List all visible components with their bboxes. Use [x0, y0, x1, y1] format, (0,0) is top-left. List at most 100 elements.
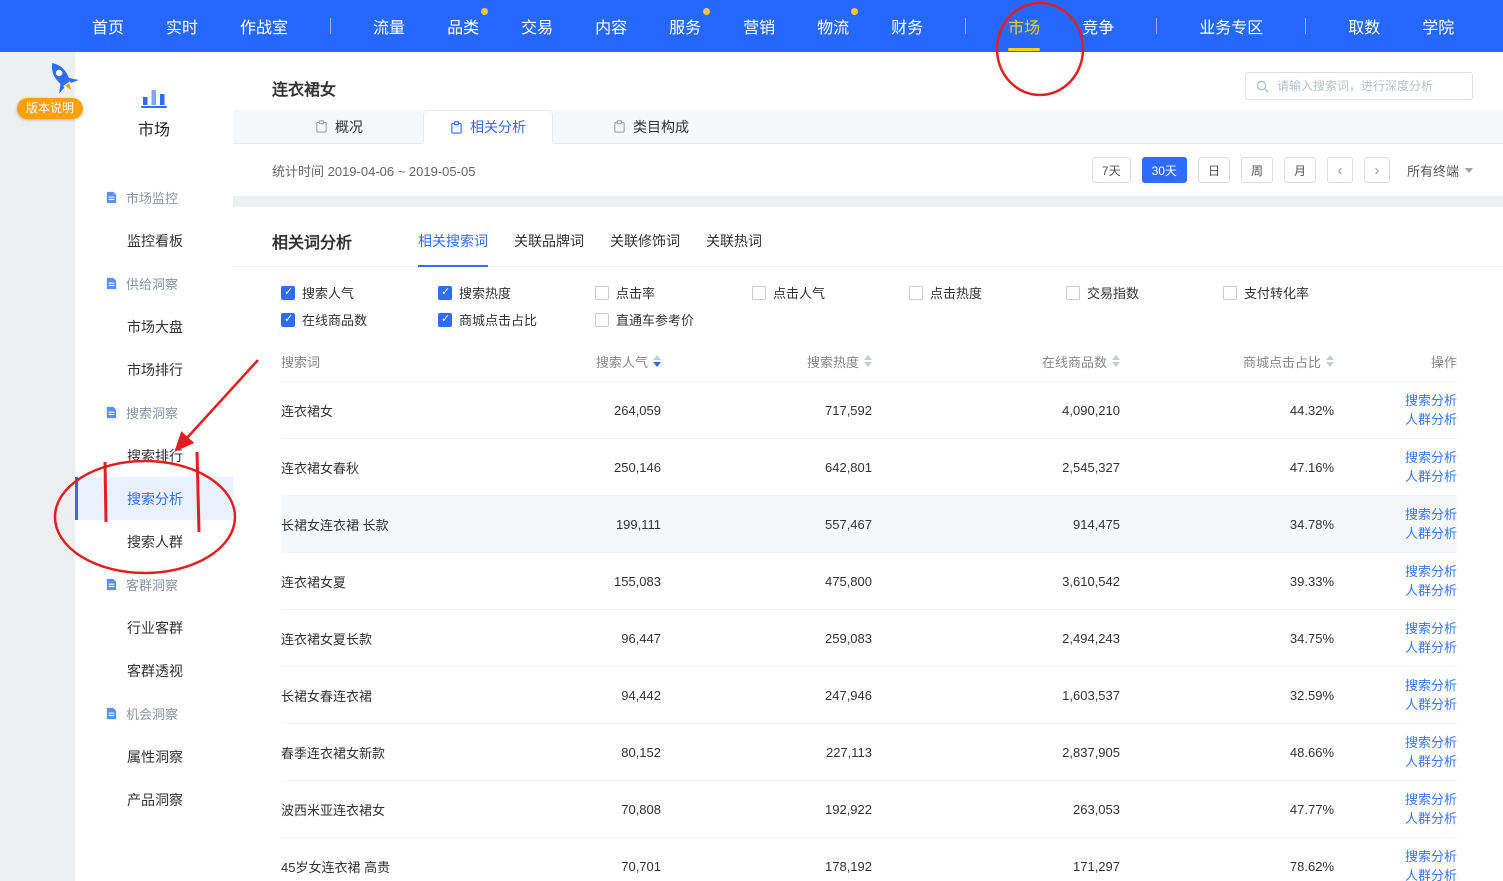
checkbox-search-popularity[interactable]: 搜索人气	[281, 283, 438, 302]
search-analysis-link[interactable]: 搜索分析	[1405, 620, 1457, 637]
sidebar-item-market-overview[interactable]: 市场大盘	[75, 305, 233, 348]
nav-item-trade[interactable]: 交易	[521, 14, 553, 38]
period-week-button[interactable]: 周	[1241, 157, 1273, 183]
period-day-button[interactable]: 日	[1198, 157, 1230, 183]
tab-overview[interactable]: 概况	[289, 110, 389, 143]
tab-related-modifier-words[interactable]: 关联修饰词	[610, 231, 680, 266]
checkbox-online-products[interactable]: 在线商品数	[281, 310, 438, 329]
checkbox-unchecked-icon	[909, 286, 923, 300]
nav-item-label: 物流	[817, 20, 849, 37]
search-analysis-link[interactable]: 搜索分析	[1405, 563, 1457, 580]
crowd-analysis-link[interactable]: 人群分析	[1405, 525, 1457, 542]
version-badge[interactable]: 版本说明	[17, 98, 83, 119]
search-analysis-link[interactable]: 搜索分析	[1405, 791, 1457, 808]
tab-related-brand-words[interactable]: 关联品牌词	[514, 231, 584, 266]
cell-mall-click-ratio: 78.62%	[1120, 859, 1334, 874]
section-label: 机会洞察	[126, 704, 178, 723]
search-analysis-link[interactable]: 搜索分析	[1405, 734, 1457, 751]
nav-item-competition[interactable]: 竞争	[1082, 14, 1114, 38]
nav-item-market[interactable]: 市场	[1008, 14, 1040, 38]
period-month-button[interactable]: 月	[1284, 157, 1316, 183]
col-header-online-products[interactable]: 在线商品数	[872, 352, 1120, 371]
checkbox-ztc-reference-price[interactable]: 直通车参考价	[595, 310, 752, 329]
sidebar-item-market-ranking[interactable]: 市场排行	[75, 348, 233, 391]
sidebar-section-market-monitor[interactable]: 市场监控	[75, 176, 233, 219]
checkbox-trade-index[interactable]: 交易指数	[1066, 283, 1223, 302]
cell-online-products: 4,090,210	[872, 403, 1120, 418]
nav-item-logistics[interactable]: 物流	[817, 14, 849, 38]
search-analysis-link[interactable]: 搜索分析	[1405, 449, 1457, 466]
sidebar-section-supply-insight[interactable]: 供给洞察	[75, 262, 233, 305]
period-7d-button[interactable]: 7天	[1092, 157, 1131, 183]
col-header-mall-click-ratio[interactable]: 商城点击占比	[1120, 352, 1334, 371]
crowd-analysis-link[interactable]: 人群分析	[1405, 411, 1457, 428]
search-analysis-link[interactable]: 搜索分析	[1405, 392, 1457, 409]
crowd-analysis-link[interactable]: 人群分析	[1405, 582, 1457, 599]
sidebar-section-opportunity-insight[interactable]: 机会洞察	[75, 692, 233, 735]
sidebar-item-monitor-board[interactable]: 监控看板	[75, 219, 233, 262]
tab-category-composition[interactable]: 类目构成	[587, 110, 715, 143]
period-30d-button[interactable]: 30天	[1142, 157, 1187, 183]
nav-item-traffic[interactable]: 流量	[373, 14, 405, 38]
terminal-filter-dropdown[interactable]: 所有终端	[1407, 161, 1473, 180]
nav-item-data-fetch[interactable]: 取数	[1348, 14, 1380, 38]
prev-page-button[interactable]: ‹	[1327, 157, 1353, 183]
search-analysis-link[interactable]: 搜索分析	[1405, 677, 1457, 694]
search-input[interactable]	[1277, 79, 1463, 93]
rocket-icon[interactable]	[42, 57, 82, 97]
nav-item-academy[interactable]: 学院	[1422, 14, 1454, 38]
cell-search-heat: 717,592	[661, 403, 872, 418]
nav-item-marketing[interactable]: 营销	[743, 14, 775, 38]
tab-related-search-words[interactable]: 相关搜索词	[418, 231, 488, 267]
checkbox-click-popularity[interactable]: 点击人气	[752, 283, 909, 302]
folder-icon	[105, 191, 118, 204]
table-header-row: 搜索词 搜索人气 搜索热度 在线商品数 商城点击占比 操作	[281, 341, 1457, 381]
cell-mall-click-ratio: 34.75%	[1120, 631, 1334, 646]
checkbox-search-heat[interactable]: 搜索热度	[438, 283, 595, 302]
nav-item-finance[interactable]: 财务	[891, 14, 923, 38]
tab-related-hot-words[interactable]: 关联热词	[706, 231, 762, 266]
search-box[interactable]	[1245, 72, 1473, 100]
nav-item-category[interactable]: 品类	[447, 14, 479, 38]
checkbox-pay-conversion[interactable]: 支付转化率	[1223, 283, 1380, 302]
nav-item-realtime[interactable]: 实时	[166, 14, 198, 38]
crowd-analysis-link[interactable]: 人群分析	[1405, 753, 1457, 770]
col-header-search-popularity[interactable]: 搜索人气	[511, 352, 661, 371]
next-page-button[interactable]: ›	[1364, 157, 1390, 183]
nav-item-home[interactable]: 首页	[92, 14, 124, 38]
section-title: 相关词分析	[272, 229, 352, 266]
nav-item-business-zone[interactable]: 业务专区	[1199, 14, 1263, 38]
search-analysis-link[interactable]: 搜索分析	[1405, 506, 1457, 523]
sidebar-item-search-analysis[interactable]: 搜索分析	[75, 477, 233, 520]
checkbox-label: 搜索人气	[302, 283, 354, 302]
nav-item-service[interactable]: 服务	[669, 14, 701, 38]
crowd-analysis-link[interactable]: 人群分析	[1405, 639, 1457, 656]
cell-actions: 搜索分析人群分析	[1334, 392, 1457, 428]
checkbox-label: 直通车参考价	[616, 310, 694, 329]
sidebar-menu: 市场监控 监控看板 供给洞察 市场大盘 市场排行 搜索洞察 搜索排行 搜索分析 …	[75, 176, 233, 821]
nav-item-content[interactable]: 内容	[595, 14, 627, 38]
search-analysis-link[interactable]: 搜索分析	[1405, 848, 1457, 865]
cell-search-heat: 192,922	[661, 802, 872, 817]
sidebar-item-product-insight[interactable]: 产品洞察	[75, 778, 233, 821]
notification-dot	[481, 8, 488, 15]
checkbox-label: 在线商品数	[302, 310, 367, 329]
sidebar-section-search-insight[interactable]: 搜索洞察	[75, 391, 233, 434]
cell-search-popularity: 199,111	[511, 517, 661, 532]
sidebar-section-customer-insight[interactable]: 客群洞察	[75, 563, 233, 606]
checkbox-click-heat[interactable]: 点击热度	[909, 283, 1066, 302]
crowd-analysis-link[interactable]: 人群分析	[1405, 696, 1457, 713]
nav-item-war-room[interactable]: 作战室	[240, 14, 288, 38]
sidebar-item-industry-customers[interactable]: 行业客群	[75, 606, 233, 649]
checkbox-mall-click-ratio[interactable]: 商城点击占比	[438, 310, 595, 329]
sidebar-item-customer-perspective[interactable]: 客群透视	[75, 649, 233, 692]
crowd-analysis-link[interactable]: 人群分析	[1405, 810, 1457, 827]
sidebar-item-search-ranking[interactable]: 搜索排行	[75, 434, 233, 477]
tab-related-analysis[interactable]: 相关分析	[423, 110, 553, 144]
checkbox-click-rate[interactable]: 点击率	[595, 283, 752, 302]
sidebar-item-attribute-insight[interactable]: 属性洞察	[75, 735, 233, 778]
col-header-search-heat[interactable]: 搜索热度	[661, 352, 872, 371]
sidebar-item-search-crowd[interactable]: 搜索人群	[75, 520, 233, 563]
crowd-analysis-link[interactable]: 人群分析	[1405, 468, 1457, 485]
crowd-analysis-link[interactable]: 人群分析	[1405, 867, 1457, 881]
